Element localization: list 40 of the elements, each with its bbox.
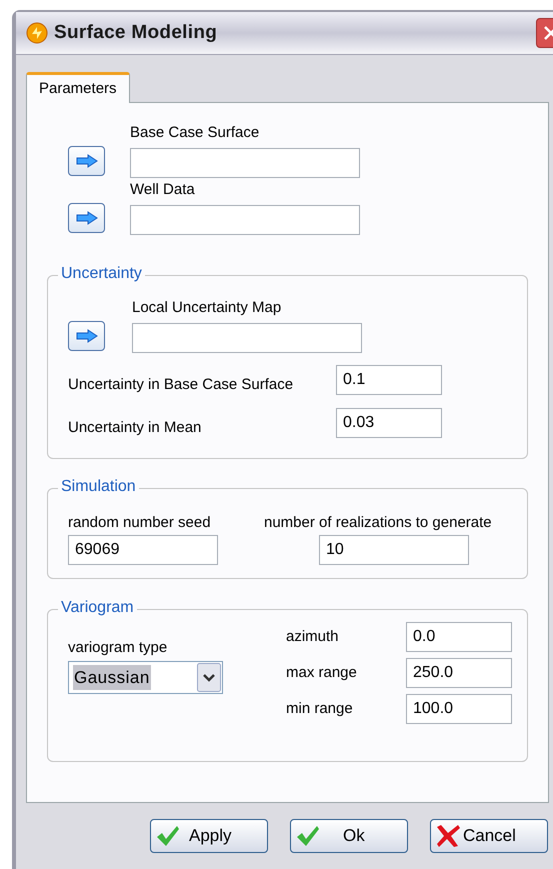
- input-field[interactable]: 0.0: [406, 622, 512, 652]
- dialog-button[interactable]: Cancel: [430, 819, 548, 853]
- tab[interactable]: Parameters: [26, 72, 130, 103]
- input-field[interactable]: 0.1: [336, 365, 442, 395]
- input-field[interactable]: 10: [319, 535, 469, 565]
- arrow-button[interactable]: [68, 203, 105, 233]
- input-field[interactable]: [130, 148, 360, 178]
- app-logo-icon: [26, 22, 48, 44]
- input-field[interactable]: [130, 205, 360, 235]
- dialog-button[interactable]: Ok: [290, 819, 408, 853]
- input-field[interactable]: [132, 323, 362, 353]
- window-title: Surface Modeling: [54, 20, 218, 45]
- right-arrow-icon: [76, 329, 98, 343]
- group-title: Uncertainty: [58, 264, 145, 284]
- field-label: Base Case Surface: [130, 123, 260, 143]
- field-label: variogram type: [68, 638, 168, 658]
- field-label: random number seed: [68, 513, 212, 533]
- variogram-type-dropdown[interactable]: Gaussian: [68, 661, 223, 694]
- input-field[interactable]: 100.0: [406, 694, 512, 724]
- arrow-button[interactable]: [68, 146, 105, 176]
- arrow-button[interactable]: [68, 321, 105, 351]
- cross-icon: [435, 824, 461, 848]
- input-field[interactable]: 250.0: [406, 658, 512, 688]
- field-label: azimuth: [286, 627, 340, 647]
- right-arrow-icon: [76, 154, 98, 168]
- input-field[interactable]: 69069: [68, 535, 218, 565]
- dialog-button[interactable]: Apply: [150, 819, 268, 853]
- field-label: Local Uncertainty Map: [132, 298, 282, 318]
- field-label: Uncertainty in Mean: [68, 418, 202, 438]
- group-title: Variogram: [58, 598, 137, 618]
- right-arrow-icon: [76, 211, 98, 225]
- field-label: Well Data: [130, 180, 196, 200]
- field-label: max range: [286, 663, 358, 683]
- field-label: min range: [286, 699, 354, 719]
- dropdown-caret-icon: [197, 663, 221, 692]
- input-field[interactable]: 0.03: [336, 408, 442, 438]
- field-label: Uncertainty in Base Case Surface: [68, 375, 294, 395]
- check-icon: [295, 824, 321, 848]
- check-icon: [155, 824, 181, 848]
- field-label: number of realizations to generate: [264, 513, 492, 533]
